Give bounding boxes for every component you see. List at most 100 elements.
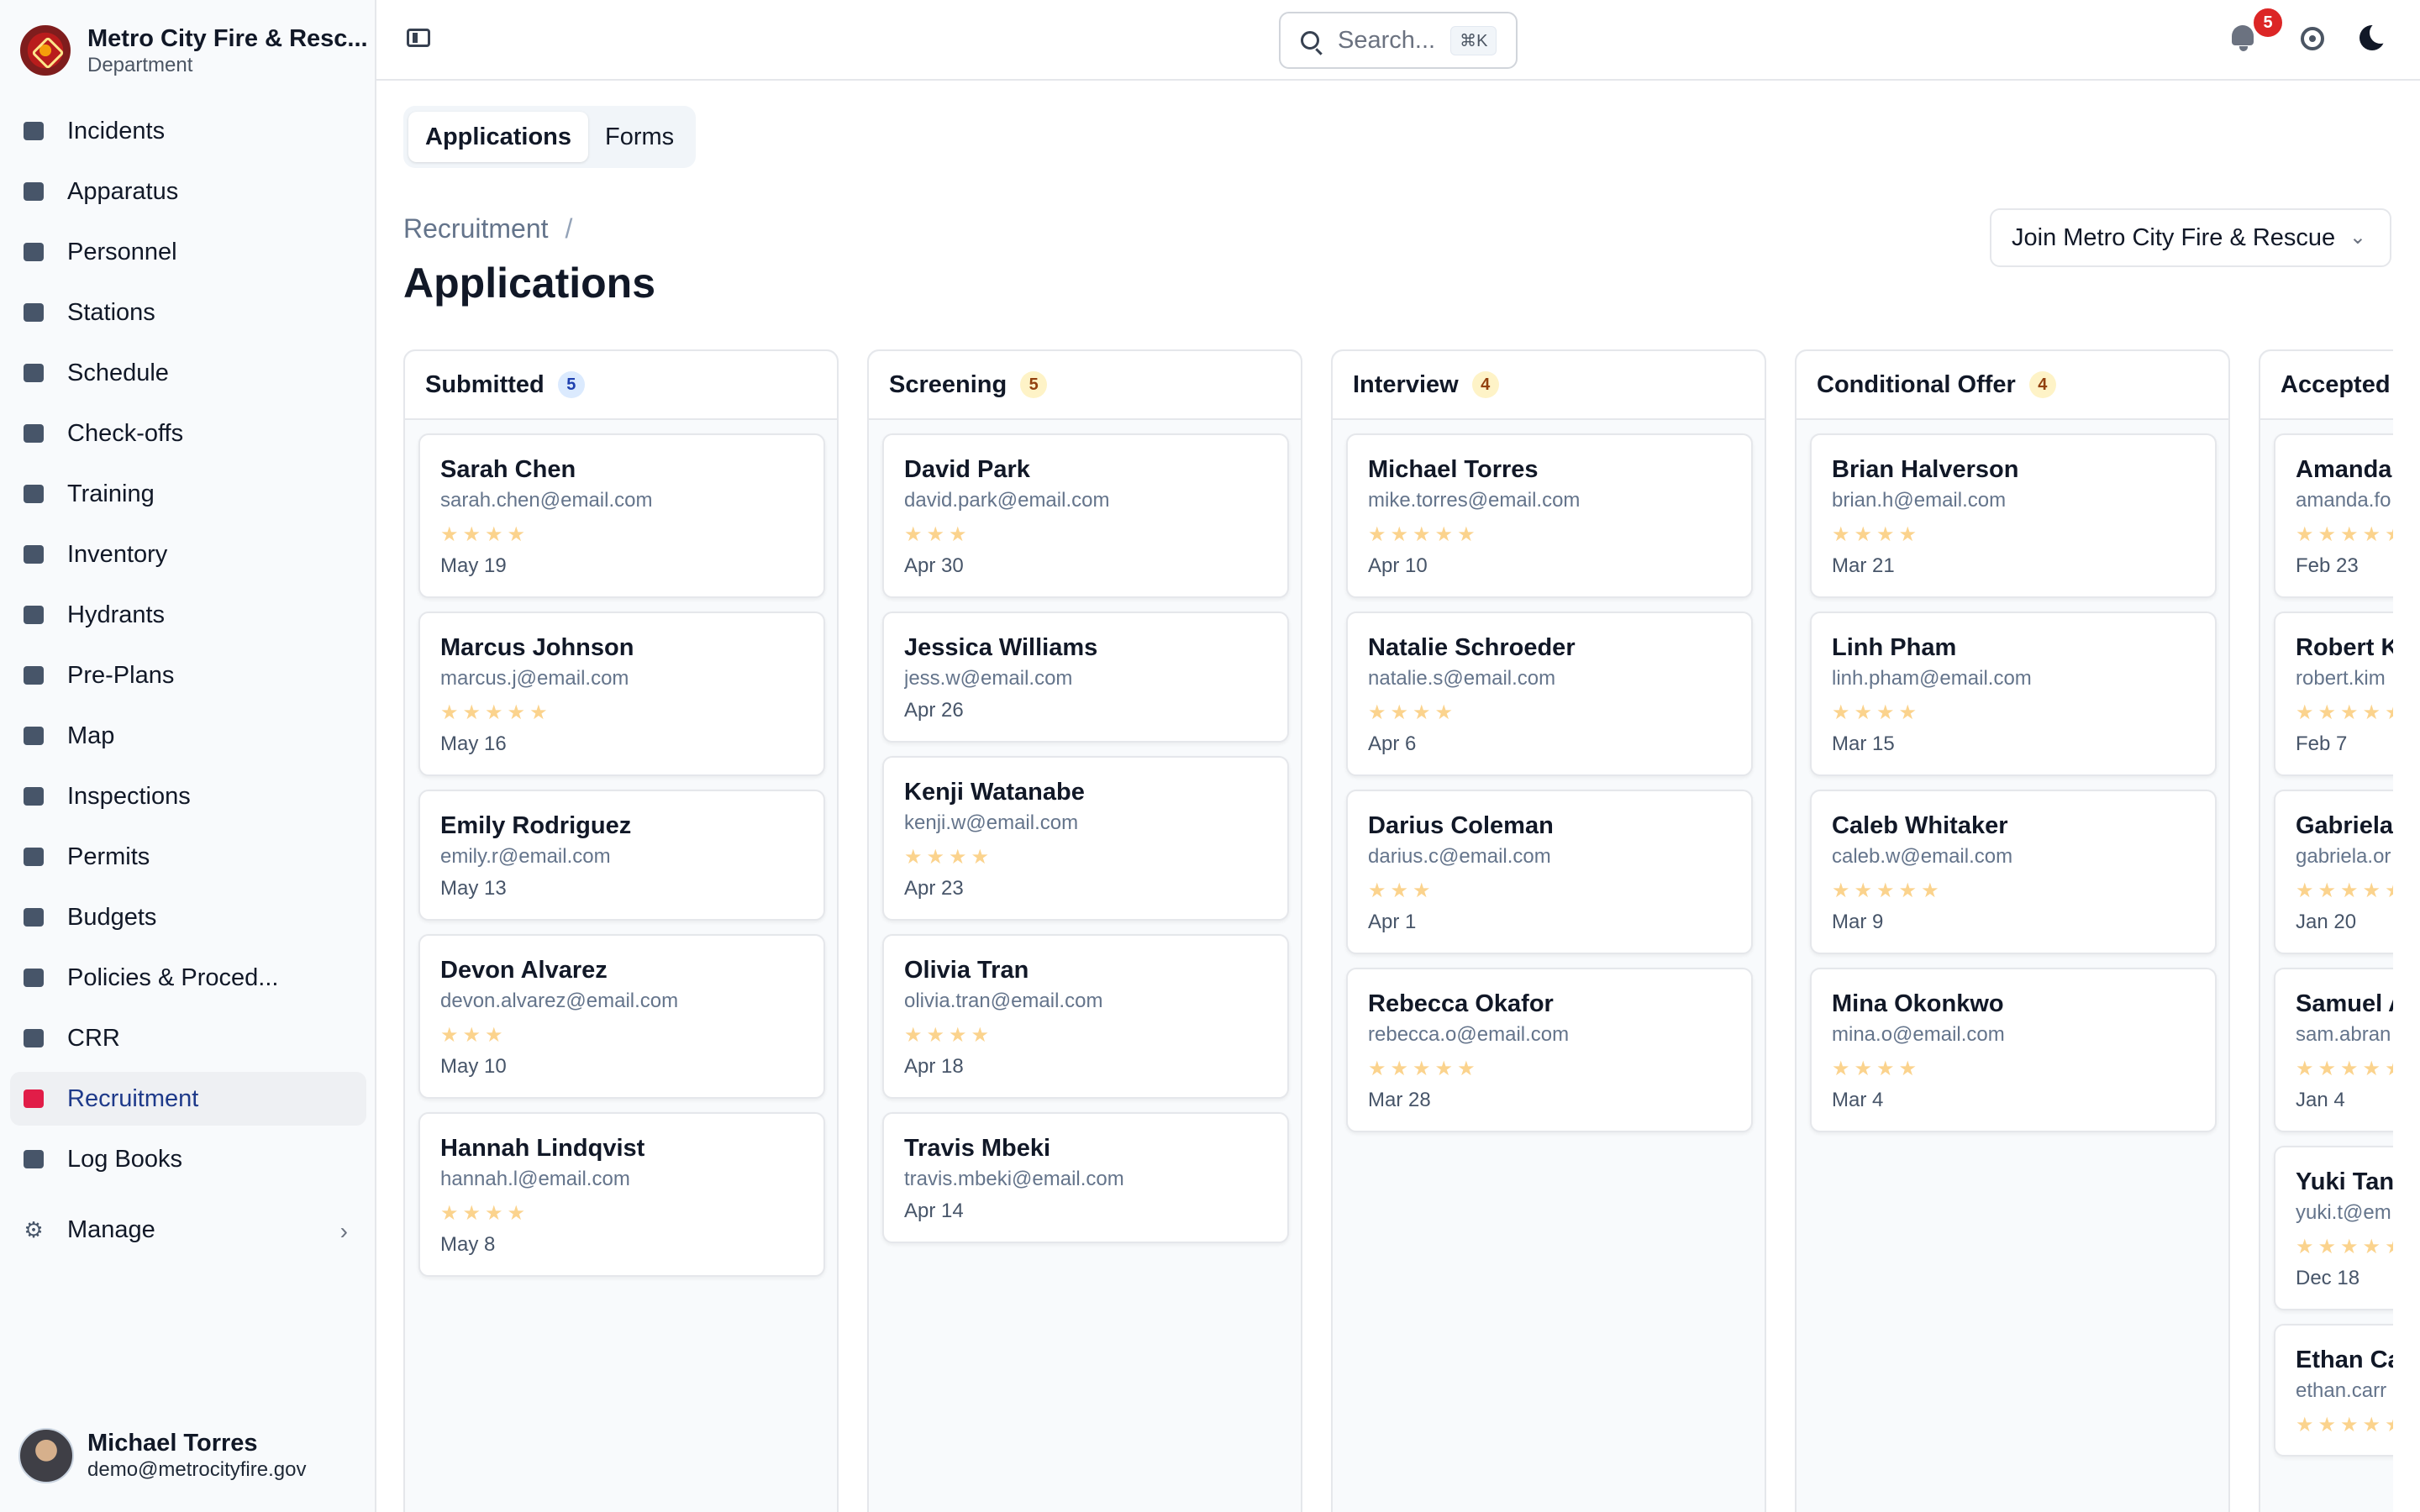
breadcrumb-recruitment[interactable]: Recruitment (403, 213, 549, 244)
applicant-card[interactable]: David Park david.park@email.com ★ ★ ★ Apr 30 (882, 433, 1289, 598)
applied-date: Feb 23 (2296, 554, 2359, 577)
sidebar-item-inventory[interactable]: Inventory (10, 528, 366, 581)
search-input[interactable]: Search... ⌘K (1279, 12, 1518, 69)
applicant-card[interactable]: Amandaamanda.fo★★★★★Feb 23 (2274, 433, 2393, 598)
tab-applications[interactable]: Applications (408, 112, 589, 162)
applied-date: Mar 28 (1368, 1089, 1431, 1111)
star-icon: ★ (529, 701, 548, 724)
sidebar-toggle-icon[interactable] (407, 29, 430, 47)
applicant-card[interactable]: Emily Rodriguez emily.r@email.com May 13 (418, 790, 825, 921)
applicant-name: Caleb Whitaker (1832, 812, 2008, 839)
star-icon: ★ (1390, 1058, 1409, 1080)
user-profile[interactable]: Michael Torres demo@metrocityfire.gov (18, 1428, 306, 1483)
applicant-card[interactable]: Ethan Caethan.carr★★★★★ (2274, 1324, 2393, 1457)
applicant-card[interactable]: Linh Pham linh.pham@email.com ★ ★ ★ ★ Mar 15 (1810, 612, 2217, 776)
star-icon: ★ (1854, 701, 1873, 724)
sidebar-item-stations[interactable]: Stations (10, 286, 366, 339)
star-icon: ★ (2362, 1058, 2381, 1080)
applicant-card[interactable]: Michael Torres mike.torres@email.com ★ ★ ★ ★ ★… (1346, 433, 1753, 598)
org-header[interactable]: Metro City Fire & Resc... Department (20, 24, 368, 77)
star-icon: ★ (2362, 879, 2381, 902)
applicant-email: gabriela.or (2296, 845, 2391, 868)
sidebar-item-label: Schedule (67, 359, 169, 386)
star-icon: ★ (904, 846, 923, 869)
sidebar-item-budgets[interactable]: Budgets (10, 890, 366, 944)
sidebar-item-personnel[interactable]: Personnel (10, 225, 366, 279)
sidebar-item-log-books[interactable]: Log Books (10, 1132, 366, 1186)
settings-icon[interactable] (2301, 27, 2324, 50)
dark-mode-icon[interactable] (2360, 22, 2391, 50)
star-icon: ★ (1832, 523, 1850, 546)
applicant-card[interactable]: Rebecca Okafor rebecca.o@email.com ★ ★ ★ ★ ★ Ma… (1346, 968, 1753, 1132)
star-icon: ★ (926, 1024, 945, 1047)
star-icon: ★ (904, 1024, 923, 1047)
sidebar-item-label: Inspections (67, 782, 191, 810)
column-title: Screening (889, 370, 1007, 398)
applicant-card[interactable]: Gabrielagabriela.or★★★★★Jan 20 (2274, 790, 2393, 954)
applicant-name: Mina Okonkwo (1832, 990, 2004, 1017)
star-icon: ★ (1898, 1058, 1918, 1080)
star-icon: ★ (440, 701, 459, 724)
applicant-card[interactable]: Brian Halverson brian.h@email.com ★ ★ ★ ★ Mar … (1810, 433, 2217, 598)
applicant-card[interactable]: Mina Okonkwo mina.o@email.com ★ ★ ★ ★ Mar 4 (1810, 968, 2217, 1132)
sidebar-item-label: Pre-Plans (67, 661, 175, 689)
org-subtitle: Department (87, 54, 193, 76)
sidebar-item-pre-plans[interactable]: Pre-Plans (10, 648, 366, 702)
applicant-card[interactable]: Darius Coleman darius.c@email.com ★ ★ ★ Apr 1 (1346, 790, 1753, 954)
graduation-cap-icon (20, 480, 47, 507)
applicant-card[interactable]: Natalie Schroeder natalie.s@email.com ★ ★ ★ ★… (1346, 612, 1753, 776)
sidebar-item-permits[interactable]: Permits (10, 830, 366, 884)
sidebar-item-label: Budgets (67, 903, 157, 931)
applied-date: Mar 21 (1832, 554, 1895, 577)
applicant-card[interactable]: Sarah Chen sarah.chen@email.com ★ ★ ★ ★ May 19 (418, 433, 825, 598)
applied-date: May 8 (440, 1233, 496, 1256)
tab-forms[interactable]: Forms (588, 112, 691, 162)
applicant-card[interactable]: Robert Krobert.kim★★★★★Feb 7 (2274, 612, 2393, 776)
sidebar-item-map[interactable]: Map (10, 709, 366, 763)
applicant-card[interactable]: Samuel Asam.abran★★★★★Jan 4 (2274, 968, 2393, 1132)
applicant-card[interactable]: Olivia Tran olivia.tran@email.com ★ ★ ★ ★ Apr … (882, 934, 1289, 1099)
search-shortcut: ⌘K (1450, 25, 1497, 55)
column-header: Accepted (2260, 351, 2393, 420)
sidebar-item-inspections[interactable]: Inspections (10, 769, 366, 823)
sidebar-item-training[interactable]: Training (10, 467, 366, 521)
star-icon: ★ (949, 846, 967, 869)
applicant-card[interactable]: Kenji Watanabe kenji.w@email.com ★ ★ ★ ★ Apr 2… (882, 756, 1289, 921)
sidebar-item-label: Map (67, 722, 115, 749)
sidebar-item-policies-proced[interactable]: Policies & Proced... (10, 951, 366, 1005)
applicant-card[interactable]: Travis Mbeki travis.mbeki@email.com Apr 14 (882, 1112, 1289, 1243)
applicant-card[interactable]: Yuki Tanayuki.t@em★★★★★Dec 18 (2274, 1146, 2393, 1310)
applicant-card[interactable]: Devon Alvarez devon.alvarez@email.com ★ ★ ★ M… (418, 934, 825, 1099)
applicant-email: marcus.j@email.com (440, 667, 629, 690)
sidebar-item-check-offs[interactable]: Check-offs (10, 407, 366, 460)
bell-icon[interactable] (2232, 25, 2255, 51)
sidebar-item-crr[interactable]: CRR (10, 1011, 366, 1065)
star-icon: ★ (1434, 701, 1454, 724)
star-icon: ★ (904, 523, 923, 546)
logbook-icon (20, 1146, 47, 1173)
gear-icon: ⚙ (24, 1216, 44, 1242)
star-icon: ★ (1898, 879, 1918, 902)
applicant-name: Olivia Tran (904, 957, 1029, 984)
sidebar-item-label: Permits (67, 843, 150, 870)
applicant-card[interactable]: Hannah Lindqvist hannah.l@email.com ★ ★ ★ ★ Ma… (418, 1112, 825, 1277)
applicant-email: olivia.tran@email.com (904, 990, 1103, 1012)
sidebar-item-apparatus[interactable]: Apparatus (10, 165, 366, 218)
id-card-icon (20, 239, 47, 265)
applicant-card[interactable]: Caleb Whitaker caleb.w@email.com ★ ★ ★ ★ ★ Mar … (1810, 790, 2217, 954)
sidebar-item-manage[interactable]: ⚙ Manage › (10, 1203, 366, 1257)
applied-date: Apr 18 (904, 1055, 964, 1078)
sidebar-item-hydrants[interactable]: Hydrants (10, 588, 366, 642)
applicant-card[interactable]: Marcus Johnson marcus.j@email.com ★ ★ ★ ★ ★ May… (418, 612, 825, 776)
sidebar-item-schedule[interactable]: Schedule (10, 346, 366, 400)
rating-stars: ★★★★★ (2296, 522, 2393, 548)
sidebar-item-label: Recruitment (67, 1084, 199, 1112)
column-count-badge: 5 (1020, 371, 1048, 398)
sidebar-item-incidents[interactable]: Incidents (10, 104, 366, 158)
rating-stars: ★ ★ ★ ★ (1368, 701, 1731, 726)
organization-select[interactable]: Join Metro City Fire & Rescue ⌄ (1990, 208, 2391, 267)
sidebar-item-recruitment[interactable]: Recruitment (10, 1072, 366, 1126)
applicant-card[interactable]: Jessica Williams jess.w@email.com Apr 26 (882, 612, 1289, 743)
applicant-name: Robert K (2296, 634, 2393, 661)
applicant-name: Hannah Lindqvist (440, 1135, 645, 1162)
